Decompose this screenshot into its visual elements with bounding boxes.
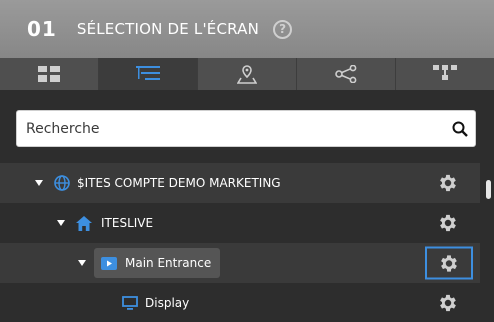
tree-item-iteslive[interactable]: ITESLIVE (0, 203, 480, 243)
tree-item-account[interactable]: $ITES COMPTE DEMO MARKETING (0, 163, 480, 203)
map-pin-icon (237, 65, 257, 84)
expand-caret-icon[interactable] (35, 180, 43, 186)
tree-list-icon (136, 66, 160, 80)
monitor-icon (122, 296, 138, 310)
view-tabs (0, 58, 494, 90)
expand-caret-icon[interactable] (78, 260, 86, 266)
scrollbar-thumb[interactable] (486, 180, 491, 199)
tab-hierarchy[interactable] (396, 58, 494, 90)
globe-icon (54, 175, 70, 191)
tree-item-display[interactable]: Display (0, 283, 480, 322)
panel-header: 01 SÉLECTION DE L'ÉCRAN ? (0, 0, 494, 58)
tab-tree-list[interactable] (99, 58, 198, 90)
tree-item-label: $ITES COMPTE DEMO MARKETING (77, 176, 281, 190)
tree-item-label: ITESLIVE (101, 216, 154, 230)
tree-item-label: Main Entrance (125, 256, 212, 270)
tab-share[interactable] (297, 58, 396, 90)
search-box (16, 110, 476, 147)
settings-gear-icon[interactable] (436, 291, 460, 315)
share-nodes-icon (335, 65, 357, 83)
step-number: 01 (27, 17, 57, 41)
tree-item-label: Display (145, 296, 190, 310)
help-icon[interactable]: ? (273, 19, 293, 39)
settings-gear-icon[interactable] (436, 211, 460, 235)
tree-item-main-entrance[interactable]: Main Entrance (0, 243, 480, 283)
grid-icon (38, 66, 60, 82)
tab-grid[interactable] (0, 58, 99, 90)
tab-location[interactable] (198, 58, 297, 90)
screen-tree: $ITES COMPTE DEMO MARKETING ITESLIVE Mai… (0, 163, 480, 322)
settings-gear-icon[interactable] (425, 246, 473, 280)
panel-title: SÉLECTION DE L'ÉCRAN (76, 20, 260, 38)
home-icon (76, 215, 92, 231)
search-input[interactable] (17, 111, 445, 146)
play-screen-icon (101, 256, 117, 270)
selected-screen-chip[interactable]: Main Entrance (94, 248, 221, 278)
search-icon[interactable] (445, 121, 475, 137)
expand-caret-icon[interactable] (57, 220, 65, 226)
settings-gear-icon[interactable] (436, 171, 460, 195)
hierarchy-icon (433, 65, 457, 80)
